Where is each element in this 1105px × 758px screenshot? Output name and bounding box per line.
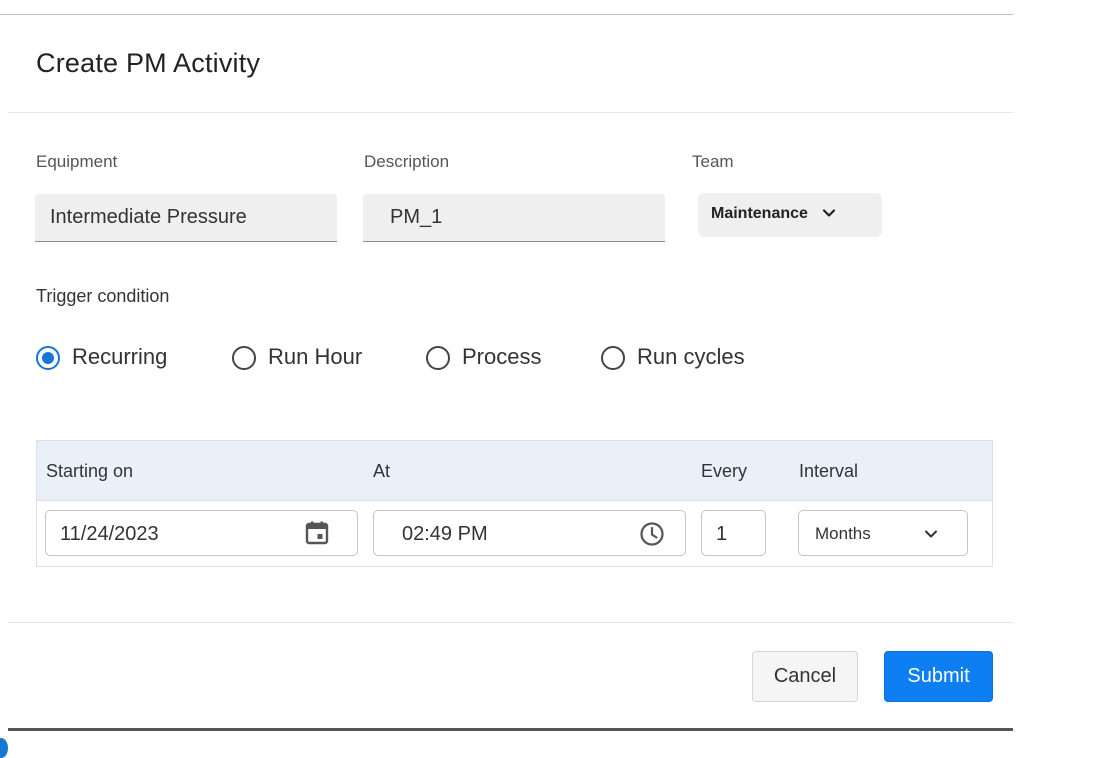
equipment-label: Equipment xyxy=(36,152,118,171)
starting-on-value: 11/24/2023 xyxy=(60,523,159,545)
radio-circle xyxy=(36,346,60,370)
team-select[interactable]: Maintenance xyxy=(698,193,882,237)
description-label: Description xyxy=(364,152,450,171)
radio-label: Run Hour xyxy=(268,344,363,369)
description-field[interactable]: PM_1 xyxy=(363,194,665,242)
team-select-value: Maintenance xyxy=(711,205,808,222)
submit-button[interactable]: Submit xyxy=(884,651,993,702)
chevron-down-icon xyxy=(925,530,937,538)
starting-on-date-input[interactable]: 11/24/2023 xyxy=(45,510,358,556)
top-divider xyxy=(0,14,1013,15)
header-divider xyxy=(8,112,1013,113)
header-starting-on: Starting on xyxy=(46,461,134,481)
calendar-icon[interactable] xyxy=(304,520,330,546)
trigger-condition-label: Trigger condition xyxy=(36,286,170,306)
clock-icon[interactable] xyxy=(638,520,666,548)
schedule-header-row: Starting on At Every Interval xyxy=(37,441,992,501)
header-at: At xyxy=(373,461,391,481)
radio-circle xyxy=(601,346,625,370)
radio-circle xyxy=(232,346,256,370)
at-value: 02:49 PM xyxy=(402,523,488,545)
radio-circle xyxy=(426,346,450,370)
radio-label: Process xyxy=(462,344,542,369)
footer-divider xyxy=(8,622,1013,623)
radio-label: Run cycles xyxy=(637,344,745,369)
every-input[interactable]: 1 xyxy=(701,510,766,556)
at-time-input[interactable]: 02:49 PM xyxy=(373,510,686,556)
interval-select[interactable]: Months xyxy=(798,510,968,556)
interval-value: Months xyxy=(815,524,871,543)
dialog-title: Create PM Activity xyxy=(36,48,261,78)
chevron-down-icon xyxy=(822,209,836,217)
bottom-divider xyxy=(8,728,1013,731)
cancel-button[interactable]: Cancel xyxy=(752,651,858,702)
create-pm-activity-dialog: Create PM Activity Equipment Description… xyxy=(0,0,1013,748)
team-label: Team xyxy=(692,152,734,171)
header-interval: Interval xyxy=(799,461,859,481)
header-every: Every xyxy=(701,461,748,481)
radio-label: Recurring xyxy=(72,344,168,369)
equipment-field[interactable]: Intermediate Pressure xyxy=(35,194,337,242)
